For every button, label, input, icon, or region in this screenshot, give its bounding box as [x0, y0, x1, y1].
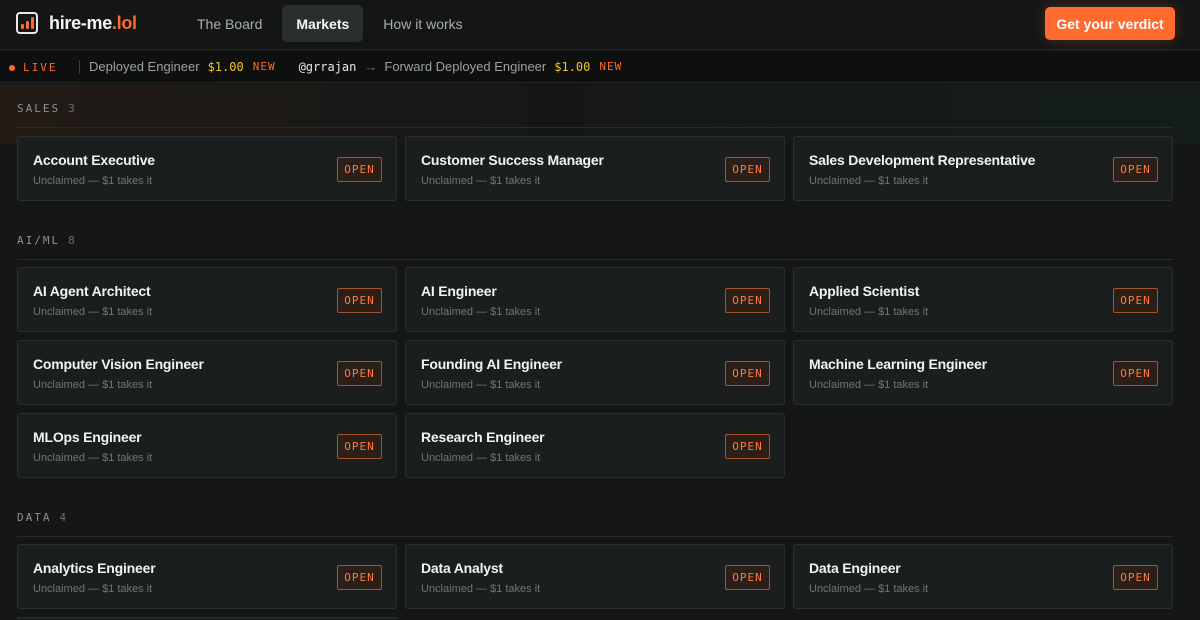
logo-text: hire-me.lol: [49, 13, 137, 34]
role-title: Applied Scientist: [809, 283, 920, 299]
role-card-research-engineer[interactable]: Research Engineer Unclaimed — $1 takes i…: [405, 413, 785, 478]
role-card-ai-agent-architect[interactable]: AI Agent Architect Unclaimed — $1 takes …: [17, 267, 397, 332]
nav-markets[interactable]: Markets: [282, 5, 364, 42]
role-card-machine-learning-engineer[interactable]: Machine Learning Engineer Unclaimed — $1…: [793, 340, 1173, 405]
role-status: Unclaimed — $1 takes it: [809, 175, 929, 187]
role-title: Research Engineer: [421, 429, 545, 445]
ticker-new-tag: NEW: [599, 60, 623, 73]
role-title: Computer Vision Engineer: [33, 356, 204, 372]
role-card-data-analyst[interactable]: Data Analyst Unclaimed — $1 takes it OPE…: [405, 544, 785, 609]
role-title: AI Agent Architect: [33, 283, 151, 299]
open-badge[interactable]: OPEN: [725, 157, 770, 182]
logo-name: hire-me: [49, 12, 112, 33]
role-card-ai-engineer[interactable]: AI Engineer Unclaimed — $1 takes it OPEN: [405, 267, 785, 332]
open-badge[interactable]: OPEN: [725, 434, 770, 459]
role-status: Unclaimed — $1 takes it: [33, 306, 153, 318]
role-status: Unclaimed — $1 takes it: [421, 379, 541, 391]
section-header-data: DATA 4: [17, 511, 1173, 537]
ticker-new-tag: NEW: [252, 60, 276, 73]
ticker-role: Deployed Engineer: [89, 59, 200, 74]
role-title: Sales Development Representative: [809, 152, 1036, 168]
role-status: Unclaimed — $1 takes it: [33, 175, 153, 187]
role-title: Machine Learning Engineer: [809, 356, 987, 372]
section-count: 3: [68, 102, 77, 115]
arrow-right-icon: →: [364, 59, 378, 74]
open-badge[interactable]: OPEN: [337, 361, 382, 386]
role-card-founding-ai-engineer[interactable]: Founding AI Engineer Unclaimed — $1 take…: [405, 340, 785, 405]
role-card-applied-scientist[interactable]: Applied Scientist Unclaimed — $1 takes i…: [793, 267, 1173, 332]
live-label: LIVE: [23, 61, 58, 74]
role-status: Unclaimed — $1 takes it: [809, 379, 929, 391]
ticker-user[interactable]: @grrajan: [299, 60, 357, 74]
role-status: Unclaimed — $1 takes it: [809, 583, 929, 595]
role-status: Unclaimed — $1 takes it: [33, 583, 153, 595]
ticker-price: $1.00: [554, 59, 591, 74]
role-status: Unclaimed — $1 takes it: [33, 452, 153, 464]
role-status: Unclaimed — $1 takes it: [421, 452, 541, 464]
open-badge[interactable]: OPEN: [337, 288, 382, 313]
role-title: Customer Success Manager: [421, 152, 604, 168]
ticker-price: $1.00: [207, 59, 244, 74]
role-status: Unclaimed — $1 takes it: [421, 583, 541, 595]
section-header-sales: SALES 3: [17, 102, 1173, 128]
role-status: Unclaimed — $1 takes it: [421, 175, 541, 187]
nav-how-it-works[interactable]: How it works: [369, 5, 476, 42]
live-indicator: LIVE: [9, 61, 58, 74]
role-title: Account Executive: [33, 152, 155, 168]
nav-the-board[interactable]: The Board: [183, 5, 276, 42]
section-count: 4: [59, 511, 69, 524]
logo-tld: .lol: [111, 12, 137, 33]
open-badge[interactable]: OPEN: [337, 565, 382, 590]
ticker-role: Forward Deployed Engineer: [384, 59, 547, 74]
section-name: SALES: [17, 102, 61, 115]
role-card-customer-success-manager[interactable]: Customer Success Manager Unclaimed — $1 …: [405, 136, 785, 201]
ticker-divider: [79, 60, 80, 74]
open-badge[interactable]: OPEN: [725, 565, 770, 590]
role-title: Data Analyst: [421, 560, 503, 576]
open-badge[interactable]: OPEN: [1113, 565, 1158, 590]
role-card-data-engineer[interactable]: Data Engineer Unclaimed — $1 takes it OP…: [793, 544, 1173, 609]
open-badge[interactable]: OPEN: [337, 157, 382, 182]
get-your-verdict-button[interactable]: Get your verdict: [1045, 7, 1175, 40]
role-title: AI Engineer: [421, 283, 497, 299]
role-title: Analytics Engineer: [33, 560, 156, 576]
open-badge[interactable]: OPEN: [725, 288, 770, 313]
section-header-ai-ml: AI/ML 8: [17, 234, 1173, 260]
role-card-analytics-engineer[interactable]: Analytics Engineer Unclaimed — $1 takes …: [17, 544, 397, 609]
role-card-account-executive[interactable]: Account Executive Unclaimed — $1 takes i…: [17, 136, 397, 201]
section-name: AI/ML: [17, 234, 61, 247]
section-count: 8: [68, 234, 77, 247]
open-badge[interactable]: OPEN: [1113, 361, 1158, 386]
role-card-computer-vision-engineer[interactable]: Computer Vision Engineer Unclaimed — $1 …: [17, 340, 397, 405]
role-title: Founding AI Engineer: [421, 356, 562, 372]
open-badge[interactable]: OPEN: [337, 434, 382, 459]
open-badge[interactable]: OPEN: [725, 361, 770, 386]
role-status: Unclaimed — $1 takes it: [809, 306, 929, 318]
top-bar: hire-me.lol The Board Markets How it wor…: [0, 0, 1200, 50]
open-badge[interactable]: OPEN: [1113, 157, 1158, 182]
role-title: MLOps Engineer: [33, 429, 142, 445]
section-name: DATA: [17, 511, 52, 524]
role-card-sales-development-representative[interactable]: Sales Development Representative Unclaim…: [793, 136, 1173, 201]
main-nav: The Board Markets How it works: [183, 5, 483, 42]
logo[interactable]: hire-me.lol: [16, 12, 137, 34]
role-card-mlops-engineer[interactable]: MLOps Engineer Unclaimed — $1 takes it O…: [17, 413, 397, 478]
open-badge[interactable]: OPEN: [1113, 288, 1158, 313]
ticker-track: Deployed Engineer $1.00 NEW @grrajan → F…: [89, 59, 622, 74]
role-status: Unclaimed — $1 takes it: [421, 306, 541, 318]
live-ticker: LIVE Deployed Engineer $1.00 NEW @grraja…: [0, 51, 1200, 83]
bar-chart-icon: [16, 12, 38, 34]
role-status: Unclaimed — $1 takes it: [33, 379, 153, 391]
live-dot-icon: [9, 64, 15, 71]
role-title: Data Engineer: [809, 560, 901, 576]
